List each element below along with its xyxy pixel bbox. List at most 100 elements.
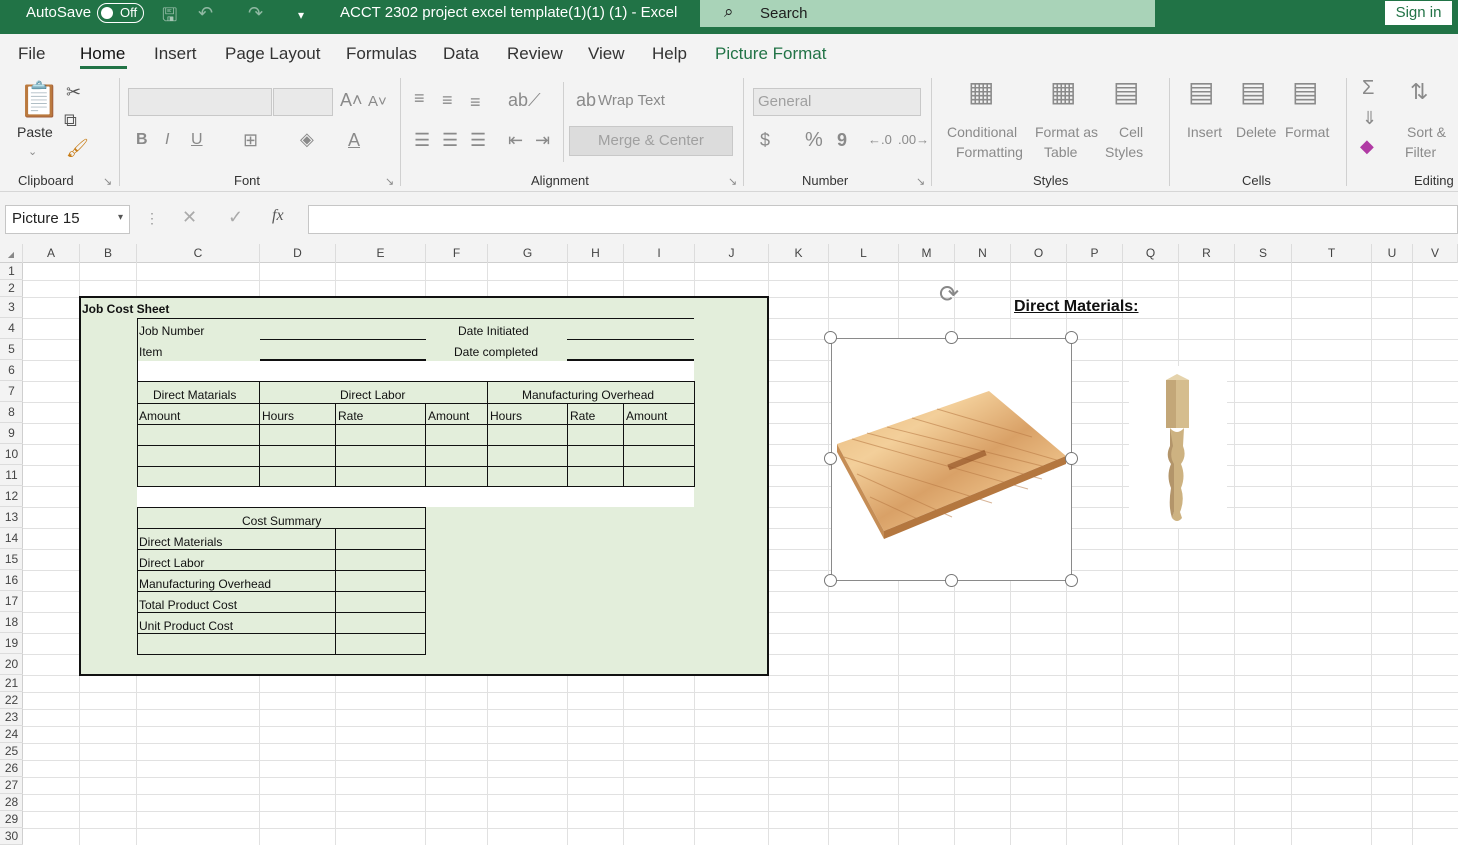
tab-help[interactable]: Help <box>652 44 687 64</box>
decrease-font-size-icon[interactable]: A˅ <box>368 92 387 112</box>
row-header[interactable]: 18 <box>0 612 23 633</box>
row-header[interactable]: 30 <box>0 828 23 845</box>
sort-filter-label-2[interactable]: Filter <box>1405 142 1436 162</box>
tab-data[interactable]: Data <box>443 44 479 64</box>
row-header[interactable]: 5 <box>0 339 23 360</box>
tab-view[interactable]: View <box>588 44 625 64</box>
wrap-text-button[interactable]: Wrap Text <box>598 91 665 111</box>
conditional-formatting-label-2[interactable]: Formatting <box>956 142 1023 162</box>
tab-picture-format[interactable]: Picture Format <box>715 44 826 64</box>
row-header[interactable]: 23 <box>0 709 23 726</box>
middle-align-icon[interactable]: ≡ <box>442 90 453 110</box>
resize-handle[interactable] <box>1065 452 1078 465</box>
conditional-formatting-label-1[interactable]: Conditional <box>947 122 1017 142</box>
increase-indent-icon[interactable]: ⇥ <box>535 130 550 150</box>
row-header[interactable]: 15 <box>0 549 23 570</box>
comma-style-button[interactable]: 9 <box>837 130 847 150</box>
row-header[interactable]: 9 <box>0 423 23 444</box>
resize-handle[interactable] <box>945 574 958 587</box>
resize-handle[interactable] <box>1065 574 1078 587</box>
merge-center-button[interactable]: Merge & Center <box>569 126 733 156</box>
cell-styles-icon[interactable]: ▤ <box>1113 78 1139 106</box>
column-header[interactable]: L <box>829 244 899 263</box>
row-header[interactable]: 11 <box>0 465 23 486</box>
wrap-text-icon[interactable]: ab <box>576 90 596 110</box>
delete-cells-label[interactable]: Delete <box>1236 122 1276 142</box>
row-header[interactable]: 26 <box>0 760 23 777</box>
fill-icon[interactable]: ⇓ <box>1362 108 1377 128</box>
paste-chevron-icon[interactable]: ⌄ <box>28 142 37 162</box>
insert-cells-icon[interactable]: ▤ <box>1188 78 1214 106</box>
column-header[interactable]: M <box>899 244 955 263</box>
row-header[interactable]: 14 <box>0 528 23 549</box>
resize-handle[interactable] <box>1065 331 1078 344</box>
number-format-dropdown[interactable]: General <box>753 88 921 116</box>
column-header[interactable]: O <box>1011 244 1067 263</box>
decrease-decimal-icon[interactable]: .00→ <box>898 130 929 150</box>
row-header[interactable]: 10 <box>0 444 23 465</box>
font-color-icon[interactable]: A <box>348 130 360 150</box>
date-completed-field[interactable] <box>567 359 694 361</box>
format-cells-icon[interactable]: ▤ <box>1292 78 1318 106</box>
bottom-align-icon[interactable]: ≡ <box>470 92 481 112</box>
increase-decimal-icon[interactable]: ←.0 <box>868 130 892 150</box>
format-cells-label[interactable]: Format <box>1285 122 1329 142</box>
row-header[interactable]: 3 <box>0 297 23 318</box>
format-as-table-icon[interactable]: ▦ <box>1050 78 1076 106</box>
number-launcher-icon[interactable]: ↘ <box>916 172 925 192</box>
date-initiated-field[interactable] <box>567 339 694 340</box>
tab-formulas[interactable]: Formulas <box>346 44 417 64</box>
row-header[interactable]: 21 <box>0 675 23 692</box>
cancel-icon[interactable]: ✕ <box>182 207 197 228</box>
row-header[interactable]: 2 <box>0 280 23 297</box>
underline-button[interactable]: U <box>191 130 203 150</box>
select-all-corner[interactable]: ◢ <box>0 244 23 263</box>
insert-function-button[interactable]: fx <box>272 207 284 225</box>
resize-handle[interactable] <box>824 452 837 465</box>
sort-filter-icon[interactable]: ⇅ <box>1410 81 1428 103</box>
row-header[interactable]: 27 <box>0 777 23 794</box>
currency-button[interactable]: $ <box>760 130 770 150</box>
column-header[interactable]: C <box>137 244 260 263</box>
column-header[interactable]: E <box>336 244 426 263</box>
sign-in-button[interactable]: Sign in <box>1385 1 1452 25</box>
row-header[interactable]: 8 <box>0 402 23 423</box>
customize-toolbar-icon[interactable]: ▾ <box>298 8 304 22</box>
align-center-icon[interactable]: ☰ <box>442 130 458 150</box>
delete-cells-icon[interactable]: ▤ <box>1240 78 1266 106</box>
font-launcher-icon[interactable]: ↘ <box>385 172 394 192</box>
top-align-icon[interactable]: ≡ <box>414 88 425 108</box>
column-header[interactable]: K <box>769 244 829 263</box>
row-header[interactable]: 1 <box>0 263 23 280</box>
row-header[interactable]: 4 <box>0 318 23 339</box>
formula-input[interactable] <box>308 205 1458 234</box>
row-header[interactable]: 13 <box>0 507 23 528</box>
resize-handle[interactable] <box>824 331 837 344</box>
fill-color-icon[interactable]: ◈ <box>300 129 314 149</box>
insert-cells-label[interactable]: Insert <box>1187 122 1222 142</box>
row-header[interactable]: 6 <box>0 360 23 381</box>
item-field[interactable] <box>260 359 426 361</box>
row-header[interactable]: 24 <box>0 726 23 743</box>
row-header[interactable]: 20 <box>0 654 23 675</box>
format-painter-icon[interactable]: 🖌 <box>66 138 89 158</box>
sort-filter-label-1[interactable]: Sort & <box>1407 122 1446 142</box>
format-as-table-label-1[interactable]: Format as <box>1035 122 1098 142</box>
save-icon[interactable]: 🖫 <box>162 3 177 33</box>
enter-icon[interactable]: ✓ <box>228 207 243 228</box>
row-header[interactable]: 17 <box>0 591 23 612</box>
increase-font-size-icon[interactable]: A˄ <box>340 90 363 110</box>
column-header[interactable]: H <box>568 244 624 263</box>
name-box-chevron-icon[interactable]: ▾ <box>118 212 123 223</box>
table-leg-picture[interactable] <box>1129 366 1227 528</box>
column-header[interactable]: B <box>80 244 137 263</box>
font-name-dropdown[interactable] <box>128 88 272 116</box>
undo-icon[interactable]: ↶ <box>198 3 213 24</box>
bold-button[interactable]: B <box>136 130 148 150</box>
name-box[interactable]: Picture 15 ▾ <box>5 205 130 234</box>
copy-icon[interactable]: ⧉ <box>64 110 77 130</box>
paste-button-label[interactable]: Paste <box>17 122 53 142</box>
row-header[interactable]: 12 <box>0 486 23 507</box>
borders-icon[interactable]: ⊞ <box>243 130 258 150</box>
search-box[interactable]: ⌕ Search <box>700 0 1155 27</box>
